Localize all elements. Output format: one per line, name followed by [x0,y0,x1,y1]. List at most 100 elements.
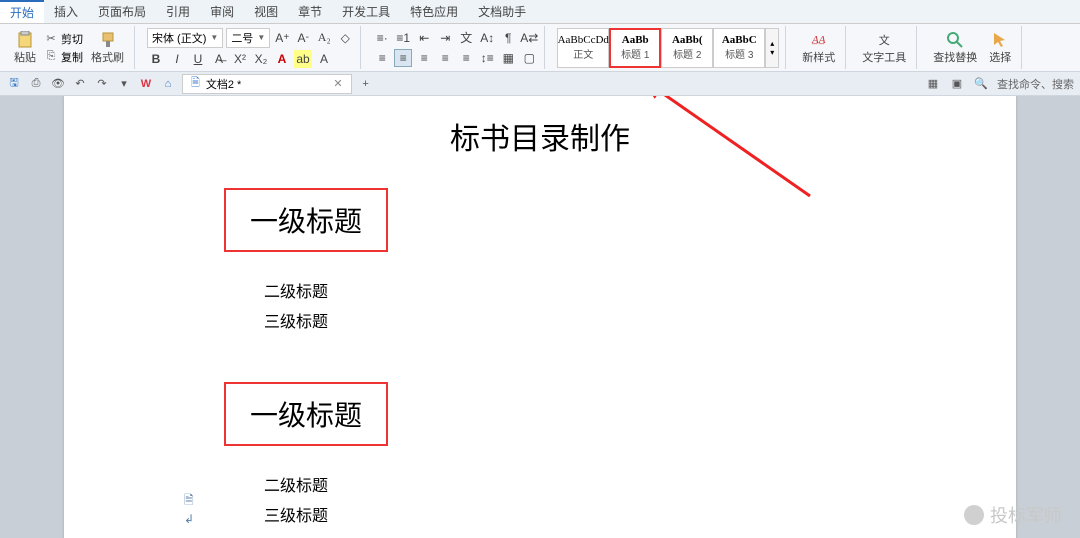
ribbon: 粘贴 ✂剪切 ⎘复制 格式刷 宋体 (正文)▼ 二号▼ A+ A- A₂ ◇ B… [0,24,1080,72]
close-tab-button[interactable]: ✕ [333,77,342,90]
align-distribute-button[interactable]: ≡ [457,49,475,67]
font-name-combo[interactable]: 宋体 (正文)▼ [147,28,223,48]
undo-icon[interactable]: ↶ [72,76,88,92]
paste-label: 粘贴 [14,49,36,65]
doc-icon: 🗎 [191,74,200,93]
align-center-button[interactable]: ≡ [394,49,412,67]
text-tools-icon: 文 [875,31,893,49]
text-tools-button[interactable]: 文 文字工具 [858,29,910,67]
bold-button[interactable]: B [147,50,165,68]
scissors-icon: ✂ [44,32,58,46]
decrease-font-button[interactable]: A- [294,29,312,47]
status-icon2[interactable]: ▣ [949,76,965,92]
preview-icon[interactable]: 👁 [50,76,66,92]
new-tab-button[interactable]: + [358,76,374,92]
change-case-button[interactable]: A₂ [315,29,333,47]
tab-reference[interactable]: 引用 [156,0,200,23]
document-canvas[interactable]: 标书目录制作 一级标题 二级标题 三级标题 一级标题 二级标题 三级标题 🗎↲ … [0,96,1080,538]
clear-format-button[interactable]: ◇ [336,29,354,47]
increase-font-button[interactable]: A+ [273,29,291,47]
strike-button[interactable]: A̶ [210,50,228,68]
phonetic-button[interactable]: 文 [457,29,475,47]
document-page[interactable]: 标书目录制作 一级标题 二级标题 三级标题 一级标题 二级标题 三级标题 🗎↲ [64,96,1016,538]
search-hint: 查找命令、搜索 [997,76,1074,92]
new-style-icon: A̲A̲ [810,31,828,49]
char-scale-button[interactable]: A⇄ [520,29,538,47]
align-left-button[interactable]: ≡ [373,49,391,67]
format-painter-button[interactable]: 格式刷 [87,29,128,67]
border-button[interactable]: ▢ [520,49,538,67]
doc-tab-label: 文档2 * [206,76,241,92]
indent-left-button[interactable]: ⇤ [415,29,433,47]
search-icon[interactable]: 🔍 [973,76,989,92]
doc-tab-bar: 🖫 ⎙ 👁 ↶ ↷ ▾ W ⌂ 🗎 文档2 * ✕ + ▦ ▣ 🔍 查找命令、搜… [0,72,1080,96]
highlight-button[interactable]: ab [294,50,312,68]
line-spacing-button[interactable]: ↕≡ [478,49,496,67]
tab-insert[interactable]: 插入 [44,0,88,23]
sort-button[interactable]: A↕ [478,29,496,47]
heading1-highlight[interactable]: 一级标题 [224,188,388,252]
menu-tabs: 开始 插入 页面布局 引用 审阅 视图 章节 开发工具 特色应用 文档助手 [0,0,1080,24]
wps-logo-icon[interactable]: W [138,76,154,92]
save-icon[interactable]: 🖫 [6,76,22,92]
show-marks-button[interactable]: ¶ [499,29,517,47]
heading2-text[interactable]: 二级标题 [264,278,856,302]
tab-helper[interactable]: 文档助手 [468,0,536,23]
chevron-down-icon: ▼ [257,33,265,42]
font-color-button[interactable]: A [273,50,291,68]
doc-title[interactable]: 标书目录制作 [64,96,1016,158]
char-border-button[interactable]: A [315,50,333,68]
tab-review[interactable]: 审阅 [200,0,244,23]
paste-icon [16,31,34,49]
tab-layout[interactable]: 页面布局 [88,0,156,23]
copy-button[interactable]: ⎘复制 [44,49,83,65]
heading1-highlight-2[interactable]: 一级标题 [224,382,388,446]
italic-button[interactable]: I [168,50,186,68]
select-button[interactable]: 选择 [985,29,1015,67]
format-label: 格式刷 [91,49,124,65]
style-heading2[interactable]: AaBb(标题 2 [661,28,713,68]
more-quick-icon[interactable]: ▾ [116,76,132,92]
font-group: 宋体 (正文)▼ 二号▼ A+ A- A₂ ◇ B I U A̶ X² X₂ A… [141,26,361,69]
print-icon[interactable]: ⎙ [28,76,44,92]
font-size-combo[interactable]: 二号▼ [226,28,270,48]
superscript-button[interactable]: X² [231,50,249,68]
underline-button[interactable]: U [189,50,207,68]
tab-start[interactable]: 开始 [0,0,44,23]
tab-view[interactable]: 视图 [244,0,288,23]
paragraph-group: ≡· ≡1 ⇤ ⇥ 文 A↕ ¶ A⇄ ≡ ≡ ≡ ≡ ≡ ↕≡ ▦ ▢ [367,26,545,69]
chevron-down-icon: ▼ [210,33,218,42]
style-heading3[interactable]: AaBbC标题 3 [713,28,765,68]
find-replace-button[interactable]: 查找替换 [929,29,981,67]
status-icon1[interactable]: ▦ [925,76,941,92]
tab-special[interactable]: 特色应用 [400,0,468,23]
tab-chapter[interactable]: 章节 [288,0,332,23]
heading3-text-2[interactable]: 三级标题 [264,502,856,526]
style-normal[interactable]: AaBbCcDd正文 [557,28,609,68]
page-break-icon: 🗎↲ [184,491,200,507]
numbering-button[interactable]: ≡1 [394,29,412,47]
brush-icon [99,31,117,49]
style-heading1[interactable]: AaBb标题 1 [609,28,661,68]
shading-button[interactable]: ▦ [499,49,517,67]
tab-devtools[interactable]: 开发工具 [332,0,400,23]
bullets-button[interactable]: ≡· [373,29,391,47]
styles-group: AaBbCcDd正文 AaBb标题 1 AaBb(标题 2 AaBbC标题 3 … [551,26,786,69]
redo-icon[interactable]: ↷ [94,76,110,92]
watermark: 投标军师 [964,502,1062,528]
subscript-button[interactable]: X₂ [252,50,270,68]
copy-icon: ⎘ [44,50,58,64]
styles-more-button[interactable]: ▴▾ [765,28,779,68]
indent-right-button[interactable]: ⇥ [436,29,454,47]
paste-button[interactable]: 粘贴 [10,29,40,67]
heading2-text-2[interactable]: 二级标题 [264,472,856,496]
document-tab[interactable]: 🗎 文档2 * ✕ [182,74,352,94]
find-icon [946,31,964,49]
heading3-text[interactable]: 三级标题 [264,308,856,332]
find-group: 查找替换 选择 [923,26,1022,69]
align-justify-button[interactable]: ≡ [436,49,454,67]
home-icon[interactable]: ⌂ [160,76,176,92]
cut-button[interactable]: ✂剪切 [44,31,83,47]
new-style-button[interactable]: A̲A̲ 新样式 [798,29,839,67]
align-right-button[interactable]: ≡ [415,49,433,67]
